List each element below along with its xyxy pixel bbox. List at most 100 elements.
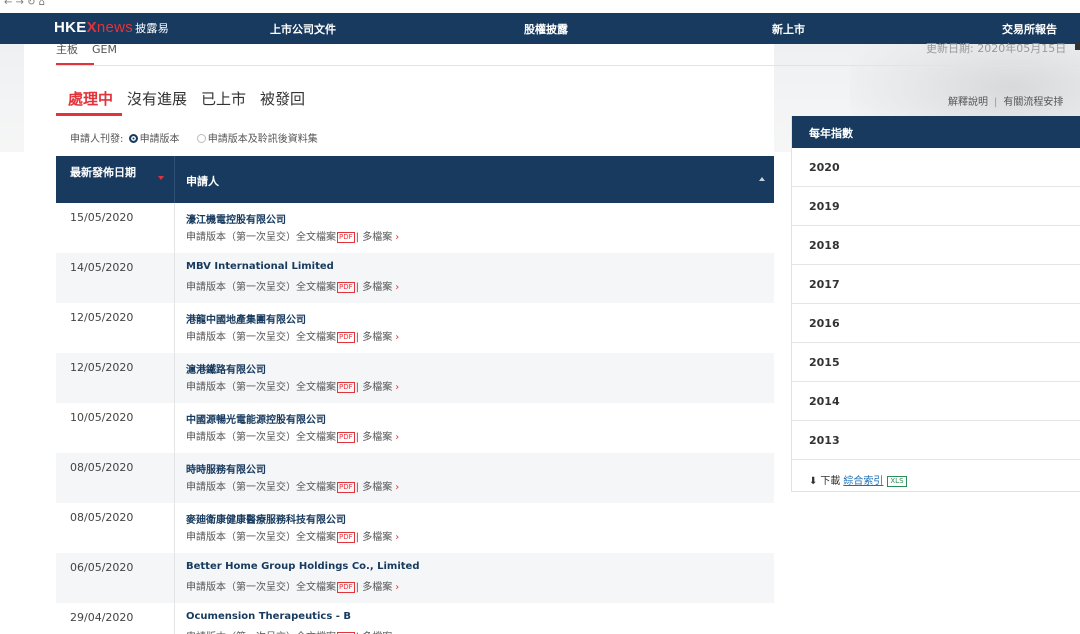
document-links: 申請版本（第一次呈交）全文檔案PDF| 多檔案›: [186, 378, 399, 393]
info-links: 解釋說明 | 有關流程安排: [948, 93, 1063, 108]
nav-listed-company-docs[interactable]: 上市公司文件: [270, 21, 336, 37]
multi-file-link[interactable]: | 多檔案: [356, 582, 393, 593]
radio-phip-version[interactable]: [196, 134, 206, 143]
row-divider: [174, 203, 175, 253]
download-row: ⬇ 下載 綜合索引 XLS: [809, 472, 907, 487]
filter-label: 申請人刊發:: [70, 134, 124, 145]
link-separator: |: [994, 97, 998, 108]
full-document-link[interactable]: 申請版本（第一次呈交）全文檔案: [186, 232, 336, 243]
browser-controls[interactable]: ← → ↻ ⌂: [4, 0, 45, 8]
chevron-right-icon[interactable]: ›: [395, 282, 399, 293]
chevron-right-icon[interactable]: ›: [395, 332, 399, 343]
explanation-link[interactable]: 解釋說明: [948, 97, 988, 108]
year-link-2013[interactable]: 2013: [792, 421, 1080, 460]
chevron-right-icon[interactable]: ›: [395, 382, 399, 393]
pdf-icon[interactable]: PDF: [337, 332, 355, 343]
row-divider: [174, 353, 175, 403]
tab-main-board[interactable]: 主板: [56, 43, 78, 56]
year-link-2017[interactable]: 2017: [792, 265, 1080, 304]
col-header-date[interactable]: 最新發佈日期: [70, 166, 150, 179]
download-icon[interactable]: ⬇: [809, 476, 817, 487]
table-row: 08/05/2020 時時服務有限公司 申請版本（第一次呈交）全文檔案 PDF | 多檔…: [56, 453, 774, 503]
full-document-link[interactable]: 申請版本（第一次呈交）全文檔案: [186, 482, 336, 493]
col-header-applicant[interactable]: 申請人: [186, 173, 219, 189]
multi-file-link[interactable]: | 多檔案: [356, 432, 393, 443]
yearly-index-panel: 每年指數 2020 2019 2018 2017 2016 2015 2014 2013 ⬇ 下…: [791, 116, 1080, 492]
pdf-icon[interactable]: PDF: [337, 482, 355, 493]
document-links: 申請版本（第一次呈交）全文檔案PDF| 多檔案›: [186, 478, 399, 493]
document-links: 申請版本（第一次呈交）全文檔案PDF| 多檔案›: [186, 578, 399, 593]
multi-file-link[interactable]: | 多檔案: [356, 282, 393, 293]
full-document-link[interactable]: 申請版本（第一次呈交）全文檔案: [186, 582, 336, 593]
document-links: 申請版本（第一次呈交）全文檔案PDF| 多檔案›: [186, 628, 399, 634]
chevron-right-icon[interactable]: ›: [395, 482, 399, 493]
full-document-link[interactable]: 申請版本（第一次呈交）全文檔案: [186, 532, 336, 543]
row-date: 10/05/2020: [70, 411, 134, 424]
year-link-2015[interactable]: 2015: [792, 343, 1080, 382]
year-link-2014[interactable]: 2014: [792, 382, 1080, 421]
chevron-right-icon[interactable]: ›: [395, 432, 399, 443]
tab-processing[interactable]: 處理中: [68, 90, 113, 108]
multi-file-link[interactable]: | 多檔案: [356, 232, 393, 243]
full-document-link[interactable]: 申請版本（第一次呈交）全文檔案: [186, 282, 336, 293]
applicant-name: 麥廸衛康健康醫療服務科技有限公司: [186, 515, 346, 526]
chevron-right-icon[interactable]: ›: [395, 582, 399, 593]
pdf-icon[interactable]: PDF: [337, 382, 355, 393]
year-link-2019[interactable]: 2019: [792, 187, 1080, 226]
applicant-name: 濠江機電控股有限公司: [186, 215, 286, 226]
pdf-icon[interactable]: PDF: [337, 432, 355, 443]
table-row: 06/05/2020 Better Home Group Holdings Co.…: [56, 553, 774, 603]
pdf-icon[interactable]: PDF: [337, 532, 355, 543]
applicant-name: MBV International Limited: [186, 261, 334, 272]
pdf-icon[interactable]: PDF: [337, 282, 355, 293]
year-link-2020[interactable]: 2020: [792, 148, 1080, 187]
multi-file-link[interactable]: | 多檔案: [356, 332, 393, 343]
process-link[interactable]: 有關流程安排: [1003, 97, 1063, 108]
pdf-icon[interactable]: PDF: [337, 582, 355, 593]
xls-badge[interactable]: XLS: [887, 476, 907, 487]
row-date: 06/05/2020: [70, 561, 134, 574]
tab-listed[interactable]: 已上市: [201, 90, 246, 108]
sort-asc-icon[interactable]: [759, 177, 765, 181]
tab-gem[interactable]: GEM: [92, 43, 117, 56]
applicant-name: 滬港鐵路有限公司: [186, 365, 266, 376]
year-link-2018[interactable]: 2018: [792, 226, 1080, 265]
logo-hkex: HKE: [54, 19, 87, 36]
hkexnews-logo[interactable]: HKEXnews 披露易: [54, 19, 169, 36]
document-links: 申請版本（第一次呈交）全文檔案PDF| 多檔案›: [186, 328, 399, 343]
table-header: 最新發佈日期 申請人: [56, 156, 774, 203]
row-date: 14/05/2020: [70, 261, 134, 274]
row-date: 08/05/2020: [70, 511, 134, 524]
radio-application-version-label[interactable]: 申請版本: [140, 134, 180, 145]
table-row: 15/05/2020 濠江機電控股有限公司 申請版本（第一次呈交）全文檔案 PDF | …: [56, 203, 774, 253]
full-document-link[interactable]: 申請版本（第一次呈交）全文檔案: [186, 382, 336, 393]
full-document-link[interactable]: 申請版本（第一次呈交）全文檔案: [186, 432, 336, 443]
chevron-right-icon[interactable]: ›: [395, 232, 399, 243]
table-row: 12/05/2020 滬港鐵路有限公司 申請版本（第一次呈交）全文檔案 PDF | 多檔…: [56, 353, 774, 403]
nav-new-listings[interactable]: 新上市: [772, 21, 805, 37]
chevron-right-icon[interactable]: ›: [395, 532, 399, 543]
tab-no-progress[interactable]: 沒有進展: [127, 90, 187, 108]
radio-phip-version-label[interactable]: 申請版本及聆訊後資料集: [208, 134, 318, 145]
year-link-2016[interactable]: 2016: [792, 304, 1080, 343]
pdf-icon[interactable]: PDF: [337, 232, 355, 243]
nav-exchange-reports[interactable]: 交易所報告: [1002, 21, 1057, 37]
document-links: 申請版本（第一次呈交）全文檔案PDF| 多檔案›: [186, 228, 399, 243]
nav-disclosure-of-interests[interactable]: 股權披露: [524, 21, 568, 37]
multi-file-link[interactable]: | 多檔案: [356, 382, 393, 393]
multi-file-link[interactable]: | 多檔案: [356, 532, 393, 543]
applicant-name: 中國源暢光電能源控股有限公司: [186, 415, 326, 426]
consolidated-index-link[interactable]: 綜合索引: [843, 476, 883, 487]
applicant-filter: 申請人刊發: 申請版本 申請版本及聆訊後資料集: [70, 130, 318, 145]
row-divider: [174, 303, 175, 353]
document-links: 申請版本（第一次呈交）全文檔案PDF| 多檔案›: [186, 278, 399, 293]
board-divider: [56, 65, 1080, 66]
top-navigation: HKEXnews 披露易 上市公司文件 股權披露 新上市 交易所報告: [0, 13, 1080, 44]
full-document-link[interactable]: 申請版本（第一次呈交）全文檔案: [186, 332, 336, 343]
table-row: 14/05/2020 MBV International Limited 申請版本（…: [56, 253, 774, 303]
multi-file-link[interactable]: | 多檔案: [356, 482, 393, 493]
radio-application-version[interactable]: [128, 134, 138, 143]
sort-desc-icon[interactable]: [158, 176, 164, 180]
row-date: 08/05/2020: [70, 461, 134, 474]
tab-returned[interactable]: 被發回: [260, 90, 305, 108]
